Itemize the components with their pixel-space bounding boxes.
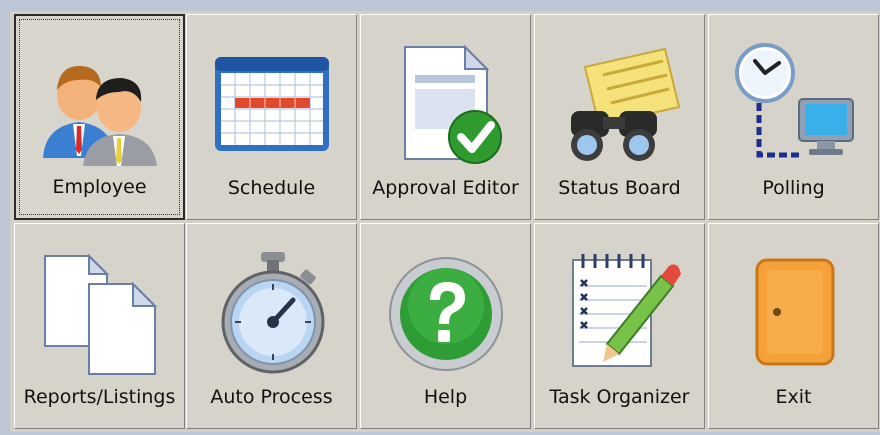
task-organizer-label: Task Organizer [549,386,690,408]
task-organizer-button[interactable]: Task Organizer [534,223,705,429]
binoculars-note-icon [570,47,680,161]
status-board-button[interactable]: Status Board [534,14,705,220]
exit-button[interactable]: Exit [708,223,879,429]
employee-button[interactable]: Employee [14,14,185,220]
stopwatch-icon [221,252,324,374]
help-label: Help [423,386,468,408]
exit-label: Exit [775,386,812,408]
approval-editor-button[interactable]: Approval Editor [360,14,531,220]
help-icon [388,257,503,371]
polling-button[interactable]: Polling [708,14,879,220]
employees-icon [42,66,157,166]
polling-label: Polling [762,177,825,199]
auto-process-label: Auto Process [210,386,333,408]
reports-listings-label: Reports/Listings [23,386,176,408]
approval-editor-label: Approval Editor [372,177,519,199]
clock-computer-icon [734,43,854,158]
schedule-label: Schedule [227,177,316,199]
schedule-button[interactable]: Schedule [186,14,357,220]
employee-label: Employee [52,176,147,198]
door-icon [755,258,834,366]
calendar-icon [214,57,329,151]
status-board-label: Status Board [558,177,681,199]
reports-listings-button[interactable]: Reports/Listings [14,223,185,429]
notepad-pencil-icon [571,254,681,367]
documents-icon [43,253,157,375]
main-menu-panel: Employee Schedule Approval Editor Status… [10,11,880,432]
auto-process-button[interactable]: Auto Process [186,223,357,429]
help-button[interactable]: Help [360,223,531,429]
document-check-icon [403,44,502,164]
